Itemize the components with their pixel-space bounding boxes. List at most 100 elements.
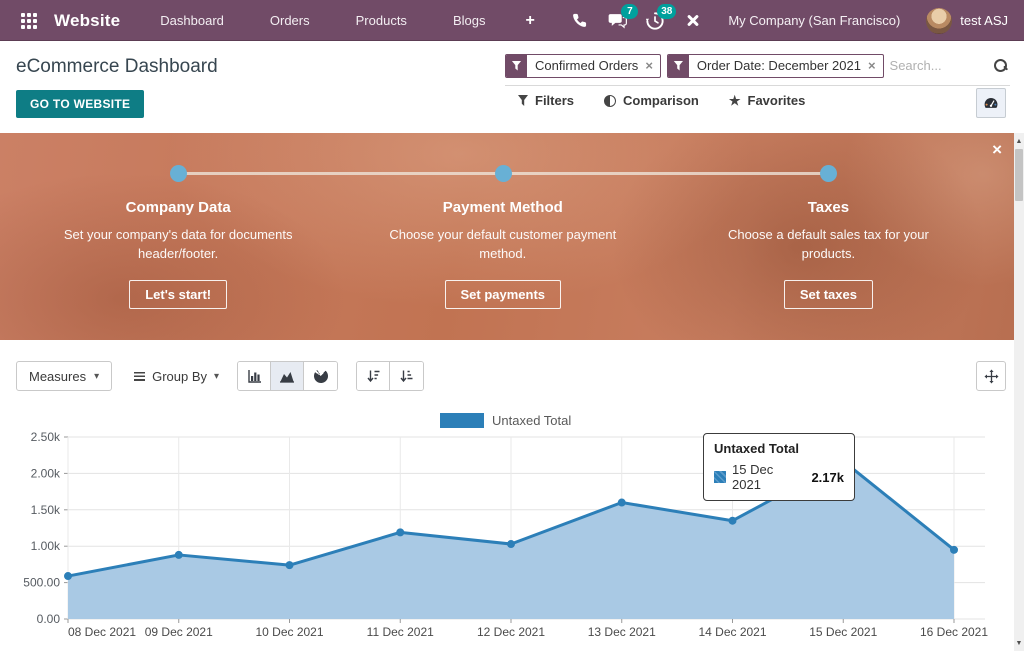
comparison-menu[interactable]: Comparison bbox=[604, 93, 699, 108]
favorites-menu[interactable]: ★ Favorites bbox=[729, 93, 805, 108]
step-description: Choose a default sales tax for your prod… bbox=[708, 226, 948, 264]
comparison-label: Comparison bbox=[623, 93, 699, 108]
search-input[interactable] bbox=[890, 58, 987, 73]
filters-label: Filters bbox=[535, 93, 574, 108]
chart-legend[interactable]: Untaxed Total bbox=[440, 413, 571, 428]
group-by-icon bbox=[134, 372, 145, 381]
area-chart-button[interactable] bbox=[271, 362, 304, 390]
untaxed-total-area-chart[interactable]: 0.00500.001.00k1.50k2.00k2.50k08 Dec 202… bbox=[0, 428, 1016, 651]
tools-button[interactable] bbox=[676, 0, 710, 41]
onboarding-banner: × Company Data Set your company's data f… bbox=[0, 133, 1024, 340]
menu-orders[interactable]: Orders bbox=[256, 0, 324, 41]
pie-chart-button[interactable] bbox=[304, 362, 337, 390]
expand-icon bbox=[984, 369, 999, 384]
star-icon: ★ bbox=[729, 94, 741, 107]
filter-icon bbox=[518, 95, 528, 106]
search-options: Filters Comparison ★ Favorites bbox=[518, 93, 805, 108]
apps-menu-button[interactable] bbox=[12, 0, 46, 41]
measures-label: Measures bbox=[29, 369, 86, 384]
banner-close-button[interactable]: × bbox=[992, 141, 1002, 158]
search-bar[interactable]: Confirmed Orders × Order Date: December … bbox=[505, 52, 1010, 86]
chart-type-switcher bbox=[237, 361, 338, 391]
filters-menu[interactable]: Filters bbox=[518, 93, 574, 108]
facet-confirmed-orders[interactable]: Confirmed Orders × bbox=[505, 54, 661, 78]
step-title: Taxes bbox=[683, 199, 973, 216]
control-panel: eCommerce Dashboard Confirmed Orders × O… bbox=[0, 41, 1024, 133]
group-by-label: Group By bbox=[152, 369, 207, 384]
filter-funnel-icon bbox=[668, 55, 689, 77]
dashboard-view-button[interactable] bbox=[976, 88, 1006, 118]
step-title: Company Data bbox=[33, 199, 323, 216]
step-dot-company-data[interactable] bbox=[170, 165, 187, 182]
menu-dashboard[interactable]: Dashboard bbox=[146, 0, 238, 41]
go-to-website-button[interactable]: GO TO WEBSITE bbox=[16, 90, 144, 118]
svg-text:15 Dec 2021: 15 Dec 2021 bbox=[809, 625, 877, 639]
app-name[interactable]: Website bbox=[54, 11, 120, 31]
company-switcher[interactable]: My Company (San Francisco) bbox=[728, 13, 900, 28]
svg-text:14 Dec 2021: 14 Dec 2021 bbox=[698, 625, 766, 639]
scrollbar-thumb[interactable] bbox=[1015, 149, 1023, 201]
svg-text:0.00: 0.00 bbox=[37, 612, 61, 626]
chart-container: Untaxed Total 0.00 500.00 1.00k 1.50k 2.00k 2… bbox=[0, 400, 1024, 651]
svg-text:1.00k: 1.00k bbox=[31, 539, 61, 553]
expand-chart-button[interactable] bbox=[976, 361, 1006, 391]
onboarding-step-taxes: Taxes Choose a default sales tax for you… bbox=[683, 199, 973, 309]
scroll-up-arrow[interactable]: ▲ bbox=[1014, 135, 1024, 147]
facet-order-date[interactable]: Order Date: December 2021 × bbox=[667, 54, 884, 78]
tooltip-series-swatch bbox=[714, 471, 726, 483]
user-name: test ASJ bbox=[960, 13, 1008, 28]
set-taxes-button[interactable]: Set taxes bbox=[784, 280, 873, 309]
navbar-left: Website Dashboard Orders Products Blogs … bbox=[12, 0, 543, 41]
facet-remove-button[interactable]: × bbox=[644, 55, 660, 77]
area-chart-icon bbox=[279, 369, 295, 383]
lets-start-button[interactable]: Let's start! bbox=[129, 280, 227, 309]
step-title: Payment Method bbox=[358, 199, 648, 216]
menu-products[interactable]: Products bbox=[342, 0, 421, 41]
legend-swatch-untaxed-total bbox=[440, 413, 484, 428]
facet-label: Confirmed Orders bbox=[527, 55, 644, 77]
svg-text:2.00k: 2.00k bbox=[31, 466, 61, 480]
chevron-down-icon: ▾ bbox=[94, 371, 99, 382]
menu-blogs[interactable]: Blogs bbox=[439, 0, 500, 41]
step-dot-payment-method[interactable] bbox=[495, 165, 512, 182]
onboarding-step-payment-method: Payment Method Choose your default custo… bbox=[358, 199, 648, 309]
vertical-scrollbar[interactable]: ▲ ▼ bbox=[1014, 133, 1024, 651]
comparison-icon bbox=[604, 95, 616, 107]
sort-switcher bbox=[356, 361, 424, 391]
chevron-down-icon: ▾ bbox=[214, 371, 219, 382]
svg-text:10 Dec 2021: 10 Dec 2021 bbox=[255, 625, 323, 639]
phone-icon bbox=[571, 12, 588, 29]
gauge-icon bbox=[983, 96, 999, 110]
tooltip-date: 15 Dec 2021 bbox=[732, 462, 805, 492]
group-by-button[interactable]: Group By ▾ bbox=[134, 361, 219, 391]
sort-descending-icon bbox=[366, 369, 381, 383]
svg-text:16 Dec 2021: 16 Dec 2021 bbox=[920, 625, 988, 639]
bar-chart-button[interactable] bbox=[238, 362, 271, 390]
messages-button[interactable]: 7 bbox=[600, 0, 634, 41]
svg-text:1.50k: 1.50k bbox=[31, 503, 61, 517]
apps-grid-icon bbox=[21, 13, 25, 17]
sort-descending-button[interactable] bbox=[357, 362, 390, 390]
svg-text:09 Dec 2021: 09 Dec 2021 bbox=[145, 625, 213, 639]
page-title: eCommerce Dashboard bbox=[16, 56, 218, 78]
svg-text:500.00: 500.00 bbox=[23, 576, 60, 590]
phone-button[interactable] bbox=[562, 0, 596, 41]
ecommerce-dashboard-screen: Website Dashboard Orders Products Blogs … bbox=[0, 0, 1024, 651]
new-content-button[interactable]: + bbox=[517, 12, 542, 30]
measures-button[interactable]: Measures ▾ bbox=[16, 361, 112, 391]
legend-label: Untaxed Total bbox=[492, 413, 571, 428]
activities-button[interactable]: 38 bbox=[638, 0, 672, 41]
scroll-down-arrow[interactable]: ▼ bbox=[1014, 637, 1024, 649]
facet-remove-button[interactable]: × bbox=[867, 55, 883, 77]
navbar-right: 7 38 My Company (San Francisco) test ASJ bbox=[562, 0, 1012, 41]
set-payments-button[interactable]: Set payments bbox=[445, 280, 562, 309]
sort-ascending-button[interactable] bbox=[390, 362, 423, 390]
user-menu[interactable]: test ASJ bbox=[926, 8, 1012, 34]
facet-label: Order Date: December 2021 bbox=[689, 55, 867, 77]
tools-icon bbox=[685, 13, 701, 29]
chart-toolbar: Measures ▾ Group By ▾ bbox=[16, 361, 1008, 391]
search-icon[interactable] bbox=[993, 58, 1008, 73]
step-dot-taxes[interactable] bbox=[820, 165, 837, 182]
tooltip-value: 2.17k bbox=[811, 470, 844, 485]
activities-badge: 38 bbox=[657, 4, 676, 19]
